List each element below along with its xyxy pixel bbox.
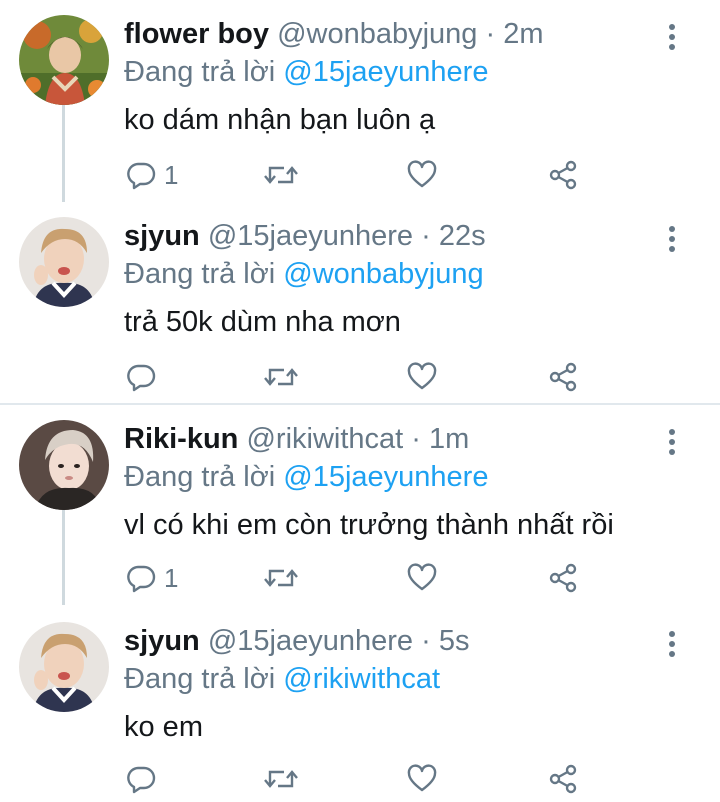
replying-to: Đang trả lời @rikiwithcat	[124, 661, 440, 697]
more-icon[interactable]	[663, 224, 681, 254]
replying-label: Đang trả lời	[124, 258, 276, 290]
display-name[interactable]: Riki-kun	[124, 423, 238, 455]
timestamp[interactable]: 22s	[439, 220, 486, 252]
share-icon	[549, 764, 577, 794]
share-button[interactable]	[548, 561, 578, 595]
like-icon	[407, 764, 437, 792]
replying-to-handle[interactable]: @wonbabyjung	[283, 258, 483, 290]
separator: ·	[421, 220, 431, 252]
display-name[interactable]: sjyun	[124, 220, 200, 252]
action-bar: 1	[0, 158, 720, 192]
share-icon	[549, 160, 577, 190]
tweet-text: vl có khi em còn trưởng thành nhất rồi	[124, 509, 614, 541]
like-button[interactable]	[407, 360, 437, 394]
retweet-button[interactable]	[264, 158, 298, 192]
replying-label: Đang trả lời	[124, 461, 276, 493]
reply-icon	[127, 565, 156, 593]
timestamp[interactable]: 5s	[439, 625, 470, 657]
timestamp[interactable]: 2m	[503, 18, 543, 50]
tweet[interactable]: flower boy @wonbabyjung · 2m Đang trả lờ…	[0, 0, 720, 202]
like-icon	[407, 563, 437, 591]
replying-to: Đang trả lời @wonbabyjung	[124, 256, 484, 292]
retweet-icon	[264, 368, 298, 386]
share-button[interactable]	[548, 360, 578, 394]
reply-count: 1	[164, 562, 179, 593]
tweet-header: sjyun @15jaeyunhere · 22s	[124, 218, 486, 254]
like-button[interactable]	[407, 561, 437, 595]
user-handle[interactable]: @wonbabyjung	[277, 18, 477, 50]
replying-label: Đang trả lời	[124, 663, 276, 695]
reply-button[interactable]: 1	[126, 158, 178, 192]
tweet[interactable]: sjyun @15jaeyunhere · 22s Đang trả lời @…	[0, 202, 720, 402]
tweet-header: flower boy @wonbabyjung · 2m	[124, 16, 544, 52]
retweet-button[interactable]	[264, 762, 298, 796]
display-name[interactable]: flower boy	[124, 18, 269, 50]
reply-icon	[127, 364, 156, 392]
share-button[interactable]	[548, 158, 578, 192]
separator: ·	[411, 423, 421, 455]
replying-label: Đang trả lời	[124, 56, 276, 88]
tweet-header: Riki-kun @rikiwithcat · 1m	[124, 421, 469, 457]
action-bar	[0, 762, 720, 796]
share-icon	[549, 362, 577, 392]
tweet[interactable]: Riki-kun @rikiwithcat · 1m Đang trả lời …	[0, 405, 720, 605]
like-button[interactable]	[407, 762, 437, 796]
tweet-header: sjyun @15jaeyunhere · 5s	[124, 623, 469, 659]
user-handle[interactable]: @15jaeyunhere	[208, 625, 413, 657]
like-button[interactable]	[407, 158, 437, 192]
action-bar	[0, 360, 720, 394]
reply-icon	[127, 766, 156, 794]
like-icon	[407, 160, 437, 188]
retweet-icon	[264, 770, 298, 788]
action-bar: 1	[0, 561, 720, 595]
avatar[interactable]	[19, 217, 109, 307]
retweet-icon	[264, 166, 298, 184]
replying-to: Đang trả lời @15jaeyunhere	[124, 459, 488, 495]
reply-icon	[127, 162, 156, 190]
more-icon[interactable]	[663, 22, 681, 52]
share-button[interactable]	[548, 762, 578, 796]
user-handle[interactable]: @rikiwithcat	[246, 423, 403, 455]
replying-to-handle[interactable]: @rikiwithcat	[283, 663, 440, 695]
share-icon	[549, 563, 577, 593]
reply-button[interactable]	[126, 360, 164, 394]
tweet[interactable]: sjyun @15jaeyunhere · 5s Đang trả lời @r…	[0, 607, 720, 802]
avatar[interactable]	[19, 15, 109, 105]
retweet-icon	[264, 569, 298, 587]
more-icon[interactable]	[663, 629, 681, 659]
reply-count: 1	[164, 159, 179, 190]
replying-to: Đang trả lời @15jaeyunhere	[124, 54, 488, 90]
display-name[interactable]: sjyun	[124, 625, 200, 657]
retweet-button[interactable]	[264, 360, 298, 394]
separator: ·	[485, 18, 496, 50]
user-handle[interactable]: @15jaeyunhere	[208, 220, 413, 252]
reply-button[interactable]	[126, 762, 164, 796]
more-icon[interactable]	[663, 427, 681, 457]
tweet-text: trả 50k dùm nha mơn	[124, 306, 401, 338]
tweet-text: ko dám nhận bạn luôn ạ	[124, 104, 436, 136]
reply-button[interactable]: 1	[126, 561, 178, 595]
tweet-text: ko em	[124, 711, 203, 743]
avatar[interactable]	[19, 622, 109, 712]
separator: ·	[421, 625, 431, 657]
retweet-button[interactable]	[264, 561, 298, 595]
like-icon	[407, 362, 437, 390]
timestamp[interactable]: 1m	[429, 423, 469, 455]
replying-to-handle[interactable]: @15jaeyunhere	[283, 56, 488, 88]
avatar[interactable]	[19, 420, 109, 510]
replying-to-handle[interactable]: @15jaeyunhere	[283, 461, 488, 493]
